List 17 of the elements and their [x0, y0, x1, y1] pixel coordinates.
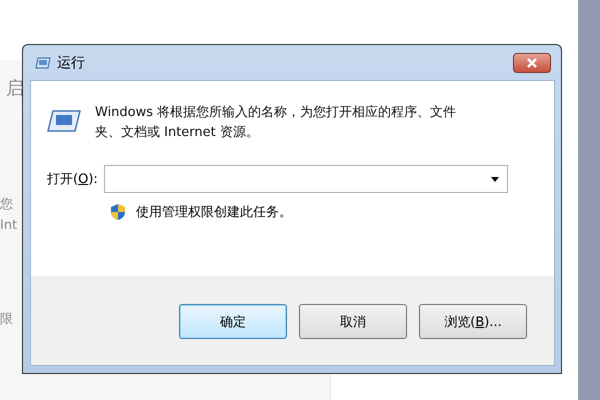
window-title: 运行 [57, 54, 85, 72]
run-icon [47, 109, 81, 133]
dialog-button[interactable]: 确定 [179, 304, 287, 339]
description-text: Windows 将根据您所输入的名称，为您打开相应的程序、文件夹、文档或 Internet 资源。 [95, 104, 458, 142]
dropdown-icon [490, 176, 499, 182]
close-button[interactable] [513, 52, 551, 72]
dialog-button[interactable]: 取消 [299, 304, 407, 339]
admin-note: 使用管理权限创建此任务。 [136, 204, 292, 221]
close-icon [526, 58, 538, 68]
background-text: Int [0, 218, 18, 233]
background-text: 限 [0, 311, 13, 328]
background-text: 您 [0, 196, 13, 213]
background-text: 启 [6, 77, 24, 100]
open-label: 打开(O): [47, 171, 98, 188]
run-icon [35, 56, 51, 68]
shield-icon [110, 203, 126, 221]
dialog-button[interactable]: 浏览(B)... [419, 304, 527, 339]
